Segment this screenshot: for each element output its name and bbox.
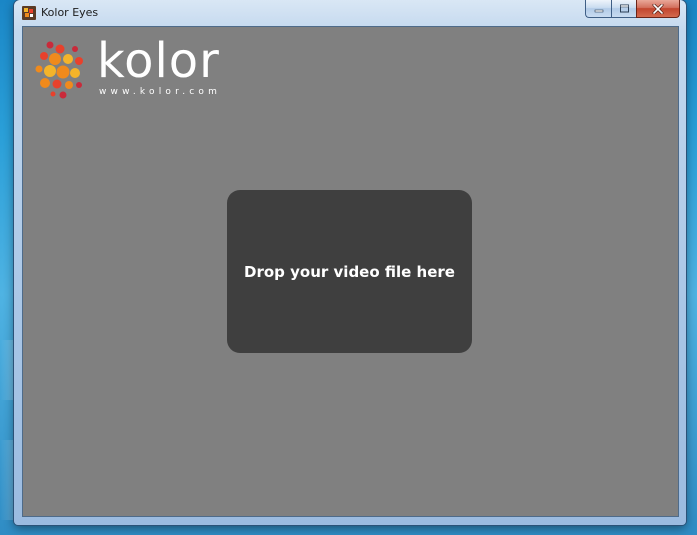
minimize-icon [594, 9, 603, 12]
window-title: Kolor Eyes [41, 6, 99, 19]
kolor-logo: kolor www.kolor.com [33, 35, 243, 101]
kolor-hexagon-icon [35, 41, 83, 99]
video-drop-zone[interactable]: Drop your video file here [227, 190, 472, 353]
minimize-button[interactable] [585, 0, 611, 18]
maximize-button[interactable] [611, 0, 636, 18]
maximize-icon [619, 4, 629, 13]
title-bar[interactable]: Kolor Eyes [14, 0, 686, 26]
drop-zone-label: Drop your video file here [244, 262, 455, 281]
app-window: Kolor Eyes kolor www.kolor.com Drop your… [14, 0, 686, 525]
logo-wordmark: kolor [97, 33, 220, 89]
close-button[interactable] [636, 0, 680, 18]
app-icon [22, 6, 36, 20]
main-canvas[interactable]: kolor www.kolor.com Drop your video file… [22, 26, 679, 517]
logo-url: www.kolor.com [99, 87, 222, 97]
close-icon [652, 3, 664, 14]
caption-buttons [585, 0, 680, 18]
